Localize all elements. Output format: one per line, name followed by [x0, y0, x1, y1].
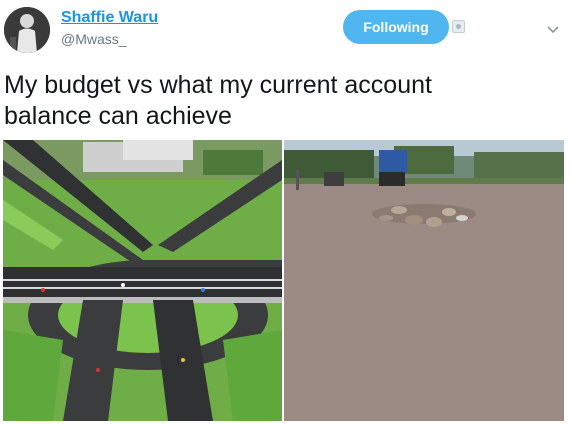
tweet-media[interactable]	[3, 140, 564, 421]
display-name-link[interactable]: Shaffie Waru	[61, 9, 158, 27]
avatar[interactable]	[4, 7, 50, 53]
following-button[interactable]: Following	[343, 10, 449, 44]
tweet-card: Shaffie Waru @Mwass_ Following My budget…	[0, 0, 572, 425]
tweet-text: My budget vs what my current account bal…	[4, 71, 432, 130]
highway-interchange-photo[interactable]	[3, 140, 282, 421]
user-handle: @Mwass_	[61, 31, 127, 47]
chevron-down-icon[interactable]	[545, 21, 561, 37]
dirt-roundabout-photo[interactable]	[284, 140, 564, 421]
user-icon	[452, 20, 465, 33]
